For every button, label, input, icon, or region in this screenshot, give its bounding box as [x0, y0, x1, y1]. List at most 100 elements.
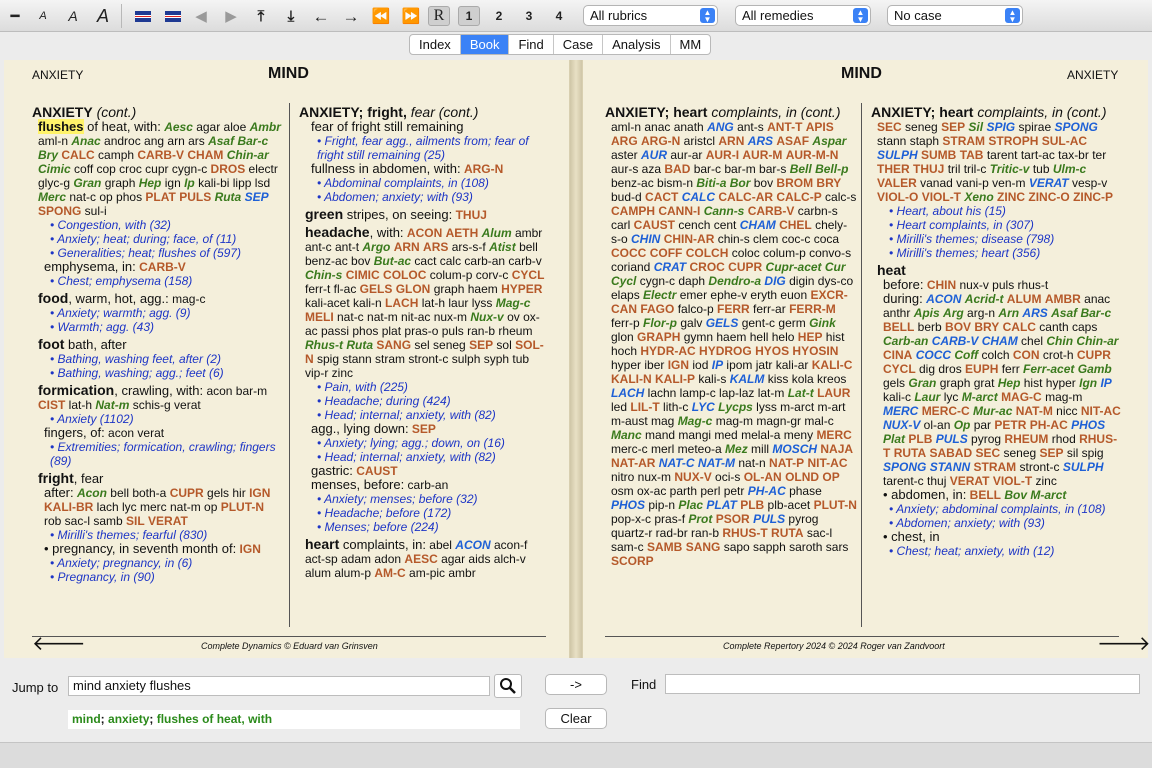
remedy[interactable]: Mez [725, 442, 748, 456]
remedy[interactable]: PLAT [145, 190, 175, 204]
remedy[interactable]: CRAT [654, 260, 686, 274]
forward-icon[interactable]: ▶ [220, 6, 242, 26]
tab-mm[interactable]: MM [671, 35, 711, 54]
cross-reference[interactable]: • Menses; before (224) [299, 520, 546, 534]
remedy[interactable]: SEP [245, 190, 269, 204]
remedy[interactable]: Anac [71, 134, 100, 148]
remedy[interactable]: PLB [740, 498, 764, 512]
remedy[interactable]: Plac [678, 498, 703, 512]
remedy[interactable]: VERAT [148, 514, 188, 528]
remedy[interactable]: BRY [974, 320, 999, 334]
level-4-button[interactable]: 4 [548, 6, 570, 26]
remedy[interactable]: VERAT [1029, 176, 1069, 190]
remedy[interactable]: PULS [753, 512, 785, 526]
remedy[interactable]: ANG [707, 120, 734, 134]
minus-icon[interactable]: ━ [4, 6, 26, 26]
remedy[interactable]: NAT-P [769, 456, 804, 470]
remedy[interactable]: AESC [404, 552, 437, 566]
remedy[interactable]: NAT-AR [611, 456, 655, 470]
remedy[interactable]: Alum [482, 226, 512, 240]
remedy[interactable]: OLND [785, 470, 819, 484]
remedy[interactable]: ARN [718, 134, 744, 148]
cross-reference[interactable]: • Anxiety; lying; agg.; down, on (16) [299, 436, 546, 450]
remedy[interactable]: SABAD [929, 446, 972, 460]
remedy[interactable]: ASAF [776, 134, 809, 148]
remedy[interactable]: SIL [126, 514, 145, 528]
remedy[interactable]: Rhus-t [305, 338, 343, 352]
top-icon[interactable]: ⤒ [250, 6, 272, 26]
remedy[interactable]: ARG-N [641, 134, 680, 148]
remedy[interactable]: SUMB [921, 148, 956, 162]
prev-page-arrow-icon[interactable]: 🡐 [32, 634, 86, 654]
remedy[interactable]: STRAM [973, 460, 1016, 474]
remedy[interactable]: Bor [730, 176, 751, 190]
remedy[interactable]: Nux-v [470, 310, 503, 324]
remedy[interactable]: SAMB [647, 540, 682, 554]
remedy[interactable]: IGN [240, 542, 261, 556]
remedy[interactable]: Apis [914, 306, 940, 320]
cross-reference[interactable]: • Generalities; heat; flushes of (597) [32, 246, 282, 260]
remedy[interactable]: OP [822, 470, 839, 484]
remedy[interactable]: TAB [960, 148, 984, 162]
remedy[interactable]: COLOC [383, 268, 426, 282]
remedy[interactable]: Prot [688, 512, 712, 526]
remedy[interactable]: LACH [611, 386, 644, 400]
jump-suggestion[interactable]: mind; anxiety; flushes of heat, with [68, 710, 520, 729]
remedy[interactable]: COCC [611, 246, 646, 260]
remedy[interactable]: PETR [994, 418, 1026, 432]
remedy[interactable]: ACON [455, 538, 490, 552]
remedy[interactable]: SEP [469, 338, 493, 352]
rubrics-select[interactable]: All rubrics ▲ ▼ [583, 5, 718, 26]
remedy[interactable]: Nat-m [95, 398, 129, 412]
remedy[interactable]: KALI-N [611, 372, 652, 386]
remedy[interactable]: Ferr-acet [1023, 362, 1074, 376]
flag-en-alt-icon[interactable] [162, 6, 184, 26]
remedy[interactable]: ZINC-O [1028, 190, 1069, 204]
level-3-button[interactable]: 3 [518, 6, 540, 26]
search-icon[interactable] [494, 674, 522, 698]
remedy[interactable]: Ulm-c [1053, 162, 1086, 176]
bottom-icon[interactable]: ⤓ [280, 6, 302, 26]
remedy[interactable]: Aesc [164, 120, 193, 134]
remedy[interactable]: Xeno [964, 190, 993, 204]
remedy[interactable]: M-arct [1030, 488, 1066, 502]
cross-reference[interactable]: • Congestion, with (32) [32, 218, 282, 232]
left-arrow-icon[interactable]: ← [310, 6, 332, 26]
remedy[interactable]: AUR-M-N [786, 148, 839, 162]
remedy[interactable]: SANG [376, 338, 411, 352]
remedy[interactable]: CALC [682, 190, 715, 204]
remedy[interactable]: Cann-s [704, 204, 745, 218]
remedy[interactable]: Arg [943, 306, 964, 320]
cross-reference[interactable]: • Mirilli's themes; heart (356) [871, 246, 1121, 260]
remedy[interactable]: LACH [385, 296, 418, 310]
cross-reference[interactable]: • Anxiety; menses; before (32) [299, 492, 546, 506]
remedy[interactable]: THUJ [456, 208, 487, 222]
remedy[interactable]: SEC [975, 446, 1000, 460]
remedy[interactable]: STRAM [942, 134, 985, 148]
remedy[interactable]: RHUS-T [722, 526, 767, 540]
jump-to-input[interactable]: mind anxiety flushes [68, 676, 490, 696]
remedy[interactable]: COFF [650, 246, 683, 260]
remedy[interactable]: APIS [806, 120, 834, 134]
tab-book[interactable]: Book [460, 35, 510, 54]
remedy[interactable]: CUPR [728, 260, 762, 274]
remedy[interactable]: PHOS [1071, 418, 1105, 432]
remedy[interactable]: AUR-I [706, 148, 739, 162]
cross-reference[interactable]: • Chest; emphysema (158) [32, 274, 282, 288]
remedy[interactable]: MERC [883, 404, 918, 418]
remedy[interactable]: STANN [930, 460, 970, 474]
cross-reference[interactable]: • Head; internal; anxiety, with (82) [299, 408, 546, 422]
remedy[interactable]: PLUT-N [814, 498, 857, 512]
remedy[interactable]: CARB-V [932, 334, 979, 348]
remedy[interactable]: Cupr-acet [766, 260, 822, 274]
cross-reference[interactable]: • Bathing, washing; agg.; feet (6) [32, 366, 282, 380]
remedy[interactable]: Gran [73, 176, 101, 190]
r-toggle-button[interactable]: R [428, 6, 450, 26]
remedy[interactable]: Arn [998, 306, 1019, 320]
remedy[interactable]: NAJA [820, 442, 853, 456]
tab-case[interactable]: Case [554, 35, 604, 54]
remedy[interactable]: Cimic [38, 162, 71, 176]
remedy[interactable]: PH-AC [748, 484, 786, 498]
remedy[interactable]: EUPH [965, 362, 998, 376]
remedy[interactable]: SPONG [38, 204, 81, 218]
